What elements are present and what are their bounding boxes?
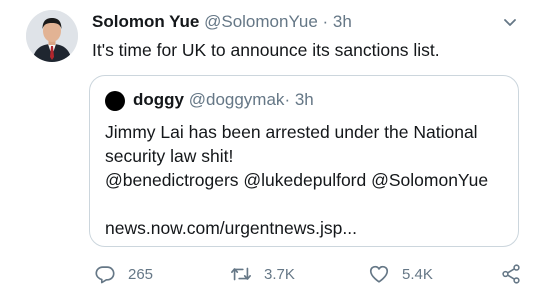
quoted-author-handle: @doggymak bbox=[188, 90, 285, 109]
quoted-text-line: Jimmy Lai has been arrested under the Na… bbox=[105, 122, 478, 142]
author-handle[interactable]: @SolomonYue bbox=[204, 12, 318, 31]
separator-dot: · bbox=[284, 90, 291, 109]
retweet-count: 3.7K bbox=[264, 265, 295, 283]
avatar-photo bbox=[26, 10, 78, 62]
quoted-author-name: doggy bbox=[133, 90, 184, 109]
reply-button[interactable]: 265 bbox=[94, 259, 153, 289]
share-button[interactable] bbox=[500, 259, 522, 289]
quoted-author-avatar bbox=[105, 91, 125, 111]
share-icon bbox=[500, 263, 522, 285]
reply-count: 265 bbox=[128, 265, 154, 283]
action-bar: 265 3.7K 5.4K bbox=[0, 259, 540, 289]
quoted-tweet-text: Jimmy Lai has been arrested under the Na… bbox=[105, 120, 488, 192]
quoted-link[interactable]: news.now.com/urgentnews.jsp... bbox=[105, 216, 357, 240]
retweet-icon bbox=[230, 263, 252, 285]
tweet-header: Solomon Yue @SolomonYue · 3h bbox=[92, 11, 352, 33]
like-button[interactable]: 5.4K bbox=[368, 259, 433, 289]
heart-icon bbox=[368, 263, 390, 285]
quoted-tweet[interactable]: doggy @doggymak· 3h Jimmy Lai has been a… bbox=[89, 75, 519, 247]
quoted-mentions[interactable]: @benedictrogers @lukedepulford @SolomonY… bbox=[105, 168, 488, 192]
tweet[interactable]: Solomon Yue @SolomonYue · 3h It's time f… bbox=[0, 0, 540, 299]
reply-icon bbox=[94, 263, 116, 285]
retweet-button[interactable]: 3.7K bbox=[230, 259, 295, 289]
author-name[interactable]: Solomon Yue bbox=[92, 12, 199, 31]
like-count: 5.4K bbox=[402, 265, 433, 283]
tweet-timestamp[interactable]: 3h bbox=[333, 12, 352, 31]
tweet-text: It's time for UK to announce its sanctio… bbox=[92, 40, 440, 60]
quoted-tweet-header: doggy @doggymak· 3h bbox=[133, 89, 314, 111]
author-avatar[interactable] bbox=[26, 10, 78, 62]
separator-dot: · bbox=[322, 12, 329, 31]
quoted-text-line: security law shit! bbox=[105, 146, 234, 166]
quoted-tweet-timestamp: 3h bbox=[294, 90, 314, 109]
chevron-down-icon[interactable] bbox=[502, 14, 518, 30]
